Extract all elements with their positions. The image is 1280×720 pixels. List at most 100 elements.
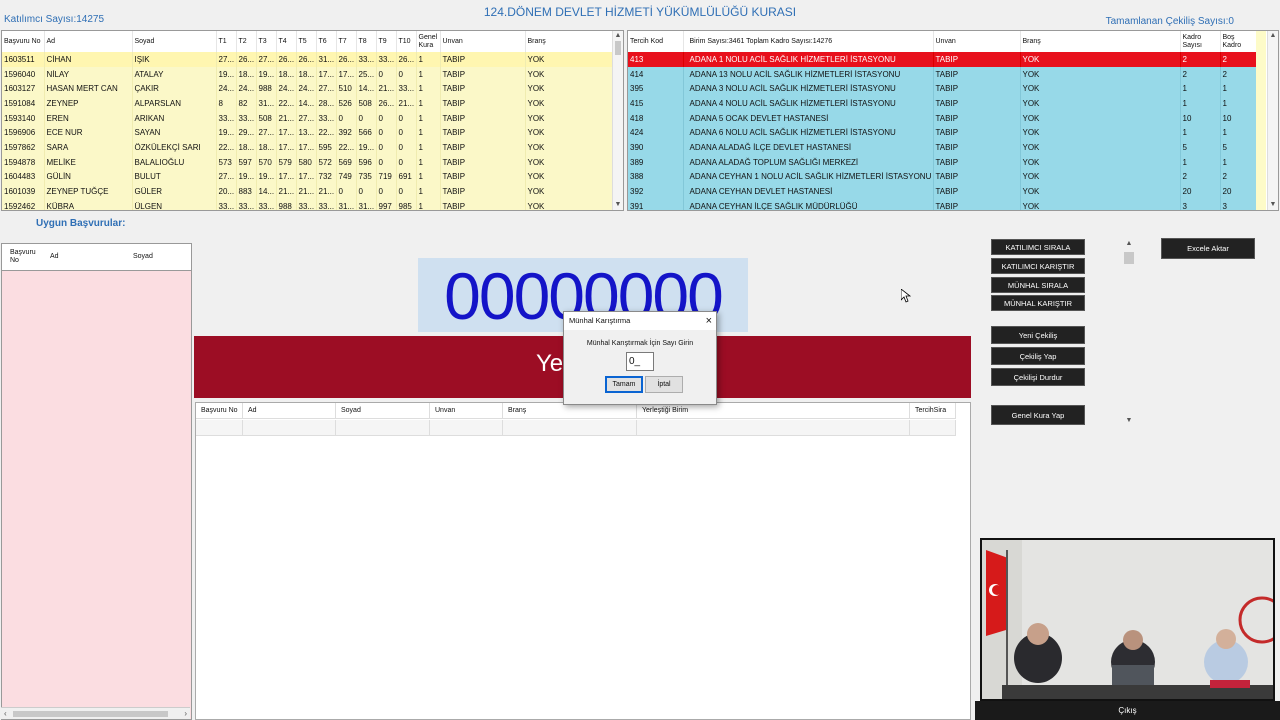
eligible-hscrollbar[interactable]: ‹ › bbox=[1, 707, 190, 719]
eligible-list[interactable]: Başvuru No Ad Soyad bbox=[1, 243, 192, 720]
eligible-col-soyad: Soyad bbox=[133, 253, 153, 260]
scroll-up-icon[interactable]: ▲ bbox=[613, 31, 623, 41]
units-scrollbar[interactable]: ▲ ▼ bbox=[1267, 31, 1278, 210]
selected-table-row[interactable]: 413 ADANA 1 NOLU ACİL SAĞLIK HİZMETLERİ İ… bbox=[628, 52, 1257, 67]
controls-scrollbar[interactable]: ▲ ▼ bbox=[1123, 240, 1135, 424]
table-cell: 1 bbox=[416, 198, 441, 210]
participant-sort-button[interactable]: KATILIMCI SIRALA bbox=[991, 239, 1085, 255]
participants-col-14[interactable]: Unvan bbox=[440, 31, 526, 52]
scroll-right-icon[interactable]: › bbox=[184, 708, 187, 719]
participants-col-0[interactable]: Başvuru No bbox=[2, 31, 45, 52]
table-row[interactable]: 1597862 SARA ÖZKÜLEKÇİ SARI 22... 18... 18...… bbox=[2, 140, 614, 155]
table-cell: YOK bbox=[1020, 96, 1181, 111]
participants-col-12[interactable]: T10 bbox=[396, 31, 417, 52]
vacancy-sort-button[interactable]: MÜNHAL SIRALA bbox=[991, 277, 1085, 293]
ok-button[interactable]: Tamam bbox=[605, 376, 643, 393]
export-excel-button[interactable]: Excele Aktar bbox=[1161, 238, 1255, 259]
table-row[interactable]: 1604483 GÜLİN BULUT 27... 19... 19... 17... 17.… bbox=[2, 169, 614, 185]
table-cell: 0 bbox=[376, 110, 397, 126]
participants-table[interactable]: Başvuru No Ad Soyad T1 T2 T3 T4 T5 T6 T7 T8 T9 T10 Ge… bbox=[1, 30, 624, 211]
table-row[interactable]: 1603127 HASAN MERT CAN ÇAKIR 24... 24... 988 2… bbox=[2, 81, 614, 97]
table-cell: 31... bbox=[256, 96, 277, 111]
units-col-4[interactable]: Kadro Sayısı bbox=[1180, 31, 1221, 52]
table-row[interactable]: 1601039 ZEYNEP TUĞÇE GÜLER 20... 883 14... 21.… bbox=[2, 184, 614, 199]
scroll-up-icon[interactable]: ▲ bbox=[1268, 31, 1278, 41]
table-row[interactable]: 1603511 CİHAN IŞIK 27... 26... 27... 26... 26..… bbox=[2, 52, 614, 67]
participants-col-5[interactable]: T3 bbox=[256, 31, 277, 52]
table-cell: 33... bbox=[216, 198, 237, 210]
participants-col-6[interactable]: T4 bbox=[276, 31, 297, 52]
units-col-5[interactable]: Boş Kadro bbox=[1220, 31, 1257, 52]
units-col-0[interactable]: Tercih Kod bbox=[628, 31, 684, 52]
table-row[interactable]: 1596906 ECE NUR SAYAN 19... 29... 27... 17... 1… bbox=[2, 125, 614, 141]
table-row[interactable]: 392 ADANA CEYHAN DEVLET HASTANESİ TABIP YOK… bbox=[628, 184, 1257, 199]
scroll-thumb[interactable] bbox=[13, 711, 168, 717]
scroll-down-icon[interactable]: ▼ bbox=[1268, 200, 1278, 210]
table-cell: 1 bbox=[416, 66, 441, 82]
participants-col-11[interactable]: T9 bbox=[376, 31, 397, 52]
table-row[interactable]: 391 ADANA CEYHAN İLÇE SAĞLIK MÜDÜRLÜĞÜ TAB… bbox=[628, 198, 1257, 210]
table-row[interactable] bbox=[196, 420, 956, 436]
table-row[interactable]: 415 ADANA 4 NOLU ACİL SAĞLIK HİZMETLERİ İ… bbox=[628, 96, 1257, 111]
table-cell: 1 bbox=[1220, 81, 1257, 97]
units-col-2[interactable]: Unvan bbox=[933, 31, 1021, 52]
table-row[interactable]: 388 ADANA CEYHAN 1 NOLU ACİL SAĞLIK HİZME… bbox=[628, 169, 1257, 185]
table-cell: 14... bbox=[296, 96, 317, 111]
participants-col-1[interactable]: Ad bbox=[44, 31, 133, 52]
participants-col-13[interactable]: Genel Kura bbox=[416, 31, 441, 52]
table-row[interactable]: 418 ADANA 5 OCAK DEVLET HASTANESİ TABIP YOK… bbox=[628, 110, 1257, 126]
table-row[interactable]: 424 ADANA 6 NOLU ACİL SAĞLIK HİZMETLERİ İ… bbox=[628, 125, 1257, 141]
participants-col-2[interactable]: Soyad bbox=[132, 31, 217, 52]
participants-col-15[interactable]: Branş bbox=[525, 31, 614, 52]
units-col-1[interactable]: Birim Sayısı:3461 Toplam Kadro Sayısı:14… bbox=[683, 31, 934, 52]
scroll-left-icon[interactable]: ‹ bbox=[4, 708, 7, 719]
general-draw-button[interactable]: Genel Kura Yap bbox=[991, 405, 1085, 425]
table-row[interactable]: 1592462 KÜBRA ÜLGEN 33... 33... 33... 988 33...… bbox=[2, 198, 614, 210]
table-cell: 14... bbox=[356, 81, 377, 97]
table-cell: 27... bbox=[256, 125, 277, 141]
vacancy-shuffle-button[interactable]: MÜNHAL KARIŞTIR bbox=[991, 295, 1085, 311]
participants-col-8[interactable]: T6 bbox=[316, 31, 337, 52]
table-cell: TABIP bbox=[440, 140, 526, 155]
table-cell: 18... bbox=[236, 66, 257, 82]
table-row[interactable]: 1593140 EREN ARIKAN 33... 33... 508 21... 27...… bbox=[2, 110, 614, 126]
table-row[interactable]: 389 ADANA ALADAĞ TOPLUM SAĞLIĞI MERKEZİ TA… bbox=[628, 154, 1257, 170]
table-cell: 33... bbox=[316, 198, 337, 210]
scroll-down-icon[interactable]: ▼ bbox=[613, 200, 623, 210]
table-cell: 24... bbox=[236, 81, 257, 97]
units-table[interactable]: Tercih Kod Birim Sayısı:3461 Toplam Kadro… bbox=[627, 30, 1279, 211]
scroll-up-icon[interactable]: ▲ bbox=[1123, 240, 1135, 247]
scroll-down-icon[interactable]: ▼ bbox=[1123, 417, 1135, 424]
participants-col-7[interactable]: T5 bbox=[296, 31, 317, 52]
stop-draw-button[interactable]: Çekilişi Durdur bbox=[991, 368, 1085, 386]
participants-col-4[interactable]: T2 bbox=[236, 31, 257, 52]
participants-col-3[interactable]: T1 bbox=[216, 31, 237, 52]
new-draw-button[interactable]: Yeni Çekiliş bbox=[991, 326, 1085, 344]
table-cell: TABIP bbox=[933, 154, 1021, 170]
table-row[interactable]: 390 ADANA ALADAĞ İLÇE DEVLET HASTANESİ TAB… bbox=[628, 140, 1257, 155]
table-cell: 19... bbox=[256, 66, 277, 82]
table-row[interactable]: 414 ADANA 13 NOLU ACİL SAĞLIK HİZMETLERİ … bbox=[628, 66, 1257, 82]
table-cell: YOK bbox=[1020, 125, 1181, 141]
cancel-button[interactable]: İptal bbox=[645, 376, 683, 393]
results-col-tercih: TercihSira bbox=[910, 403, 956, 419]
units-col-3[interactable]: Branş bbox=[1020, 31, 1181, 52]
table-row[interactable]: 1591084 ZEYNEP ALPARSLAN 8 82 31... 22... 14...… bbox=[2, 96, 614, 111]
do-draw-button[interactable]: Çekiliş Yap bbox=[991, 347, 1085, 365]
participants-col-10[interactable]: T8 bbox=[356, 31, 377, 52]
participants-col-9[interactable]: T7 bbox=[336, 31, 357, 52]
table-cell: TABIP bbox=[440, 154, 526, 170]
participant-shuffle-button[interactable]: KATILIMCI KARIŞTIR bbox=[991, 258, 1085, 274]
participants-scrollbar[interactable]: ▲ ▼ bbox=[612, 31, 623, 210]
table-cell: 19... bbox=[216, 125, 237, 141]
results-table[interactable]: Başvuru No Ad Soyad Unvan Branş Yerleşti… bbox=[195, 402, 971, 720]
close-icon[interactable]: × bbox=[706, 312, 712, 330]
shuffle-number-input[interactable]: 0_ bbox=[626, 352, 654, 371]
table-cell: 19... bbox=[256, 169, 277, 185]
scroll-thumb[interactable] bbox=[615, 41, 621, 55]
table-row[interactable]: 395 ADANA 3 NOLU ACİL SAĞLIK HİZMETLERİ İ… bbox=[628, 81, 1257, 97]
table-row[interactable]: 1594878 MELİKE BALALIOĞLU 573 597 570 579 580 57… bbox=[2, 154, 614, 170]
table-row[interactable]: 1596040 NİLAY ATALAY 19... 18... 19... 18... 18… bbox=[2, 66, 614, 82]
exit-bar[interactable]: Çıkış bbox=[975, 701, 1280, 720]
scroll-thumb[interactable] bbox=[1124, 252, 1134, 264]
